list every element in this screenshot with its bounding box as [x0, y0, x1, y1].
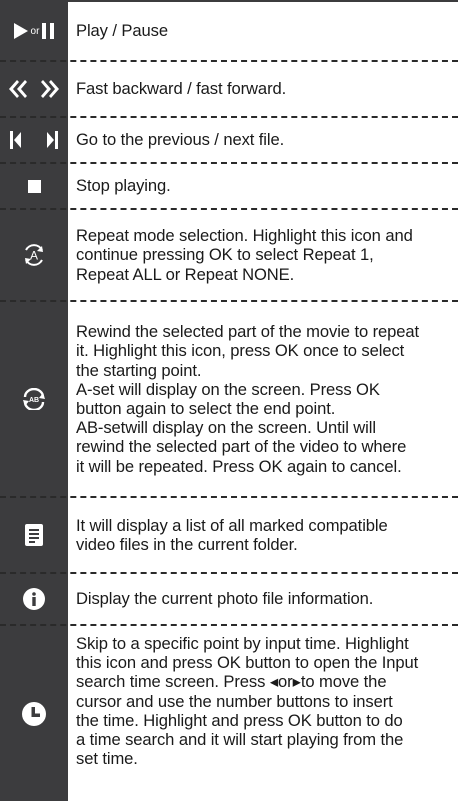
row-description: Rewind the selected part of the movie to…: [76, 322, 420, 476]
info-icon: [0, 574, 68, 624]
row-file-list: It will display a list of all marked com…: [0, 498, 458, 572]
row-fast-backward-forward: Fast backward / fast forward.: [0, 62, 458, 116]
row-description: Play / Pause: [76, 21, 168, 41]
row-description: Go to the previous / next file.: [76, 130, 285, 150]
row-info: Display the current photo file informati…: [0, 574, 458, 624]
file-list-icon: [0, 498, 68, 572]
previous-next-file-icon: [0, 118, 68, 162]
repeat-ab-icon: AB: [0, 302, 68, 496]
row-description: It will display a list of all marked com…: [76, 515, 388, 554]
svg-text:A: A: [30, 249, 38, 263]
play-or-pause-icon: or: [0, 2, 68, 60]
row-description: Display the current photo file informati…: [76, 589, 374, 609]
row-repeat-ab: AB Rewind the selected part of the movie…: [0, 302, 458, 496]
row-time-search: Skip to a specific point by input time. …: [0, 626, 458, 801]
row-description: Skip to a specific point by input time. …: [76, 634, 419, 769]
row-stop: Stop playing.: [0, 164, 458, 208]
or-label: or: [30, 25, 40, 37]
fast-backward-forward-icon: [0, 62, 68, 116]
stop-icon: [0, 164, 68, 208]
clock-icon: [0, 626, 68, 801]
row-repeat-mode: A Repeat mode selection. Highlight this …: [0, 210, 458, 300]
row-play-pause: or Play / Pause: [0, 2, 458, 60]
row-description: Fast backward / fast forward.: [76, 79, 287, 99]
row-description: Stop playing.: [76, 176, 171, 196]
controls-table: or Play / Pause Fast backward / fast for…: [0, 0, 458, 801]
row-previous-next: Go to the previous / next file.: [0, 118, 458, 162]
row-description: Repeat mode selection. Highlight this ic…: [76, 226, 413, 284]
svg-text:AB: AB: [29, 397, 39, 404]
repeat-a-icon: A: [0, 210, 68, 300]
